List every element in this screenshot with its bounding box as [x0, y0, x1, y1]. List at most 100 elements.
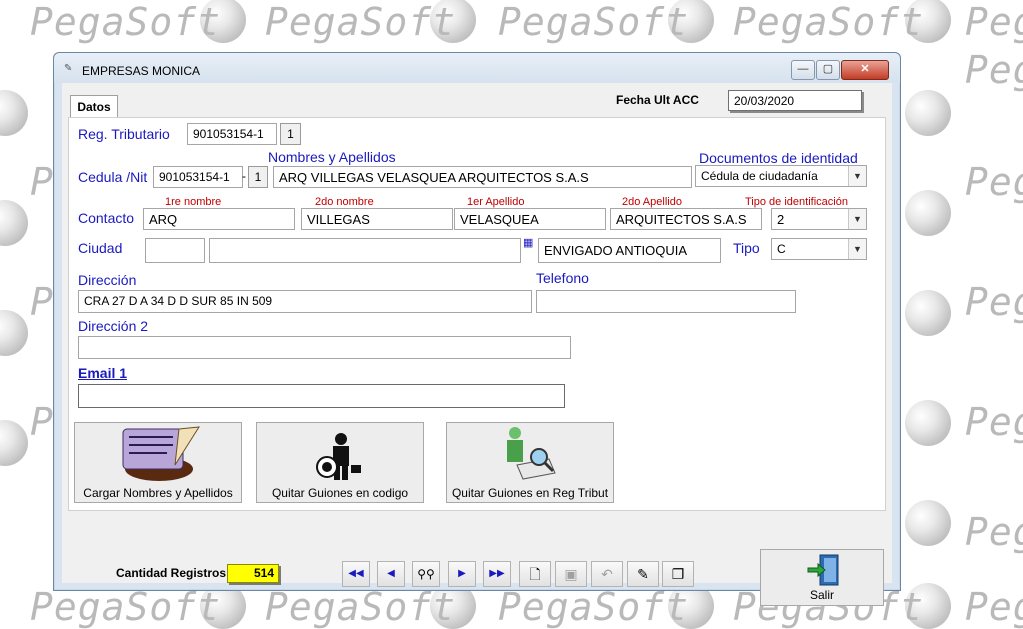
maximize-button[interactable]: ▢ [816, 60, 840, 80]
documento-identidad-select[interactable]: Cédula de ciudadanía ▼ [695, 165, 867, 187]
apellido2-label: 2do Apellido [622, 196, 682, 208]
watermark-brand: PegaSoft [265, 0, 457, 44]
new-icon: 🗋 [529, 566, 541, 582]
next-icon: ▶ [458, 568, 466, 579]
minimize-button[interactable]: — [791, 60, 815, 80]
quitar-guiones-reg-button[interactable]: Quitar Guiones en Reg Tribut [446, 422, 614, 503]
direccion-field[interactable]: CRA 27 D A 34 D D SUR 85 IN 509 [78, 290, 532, 313]
find-button[interactable]: ⚲⚲ [412, 561, 440, 587]
first-icon: ◀◀ [348, 568, 364, 579]
exit-door-icon [807, 554, 839, 586]
fecha-ult-acc-label: Fecha Ult ACC [616, 93, 699, 107]
watermark-brand: PegaSoft [498, 0, 690, 44]
tipo-identificacion-value: 2 [777, 212, 785, 227]
tipo-identificacion-label: Tipo de identificación [745, 196, 848, 208]
watermark-brand: PegaSoft [498, 585, 690, 629]
quitar-guiones-codigo-button[interactable]: Quitar Guiones en codigo [256, 422, 424, 503]
edit-button[interactable]: ✎ [627, 561, 659, 587]
businessman-icon [316, 433, 361, 480]
watermark-brand: PegaSoft [30, 0, 222, 44]
nombre2-label: 2do nombre [315, 196, 374, 208]
telefono-field[interactable] [536, 290, 796, 313]
globe-watermark [905, 400, 951, 446]
watermark-brand: P [30, 400, 54, 444]
ciudad-full-field[interactable]: ENVIGADO ANTIOQUIA [538, 238, 721, 263]
watermark-brand: PegaSoft [965, 0, 1023, 44]
copy-icon: ❐ [671, 566, 685, 582]
empresas-window: ✎ EMPRESAS MONICA — ▢ ✕ Datos Fecha Ult … [53, 52, 901, 606]
watermark-brand: PegaSoft [965, 510, 1023, 554]
cantidad-registros-label: Cantidad Registros [116, 566, 227, 580]
title-bar[interactable]: ✎ EMPRESAS MONICA — ▢ ✕ [54, 53, 900, 83]
segundo-nombre-field[interactable]: VILLEGAS [301, 208, 453, 230]
cargar-nombres-button[interactable]: Cargar Nombres y Apellidos [74, 422, 242, 503]
cedula-dv[interactable]: 1 [248, 166, 268, 188]
ciudad-label: Ciudad [78, 240, 123, 256]
ciudad-name-field[interactable] [209, 238, 521, 263]
documento-identidad-value: Cédula de ciudadanía [701, 169, 818, 183]
reg-tributario-field[interactable]: 901053154-1 [187, 123, 277, 145]
window-title: EMPRESAS MONICA [82, 64, 201, 78]
tipo-identificacion-select[interactable]: 2 ▼ [771, 208, 867, 230]
quitar-guiones-codigo-label: Quitar Guiones en codigo [271, 486, 409, 500]
app-icon: ✎ [64, 63, 73, 74]
save-icon: ▣ [564, 566, 578, 582]
segundo-apellido-field[interactable]: ARQUITECTOS S.A.S [610, 208, 762, 230]
chevron-down-icon[interactable]: ▼ [848, 166, 866, 186]
tab-datos[interactable]: Datos [70, 95, 118, 118]
last-icon: ▶▶ [489, 568, 505, 579]
nombre1-label: 1re nombre [165, 196, 222, 208]
nombres-apellidos-field[interactable]: ARQ VILLEGAS VELASQUEA ARQUITECTOS S.A.S [273, 166, 692, 188]
watermark-brand: P [30, 160, 54, 204]
contacto-label: Contacto [78, 210, 135, 226]
cedula-nit-label: Cedula /Nit [78, 169, 148, 185]
client-area: Datos Fecha Ult ACC 20/03/2020 Reg. Trib… [62, 83, 892, 606]
apellido1-label: 1er Apellido [467, 196, 525, 208]
calendar-lookup-icon[interactable]: ▦ [523, 236, 533, 249]
watermark-brand: PegaSoft [30, 585, 222, 629]
first-record-button[interactable]: ◀◀ [342, 561, 370, 587]
next-record-button[interactable]: ▶ [448, 561, 476, 587]
watermark-brand: PegaSoft [965, 48, 1023, 92]
globe-watermark [0, 200, 28, 246]
save-record-button[interactable]: ▣ [555, 561, 587, 587]
email-field[interactable] [78, 384, 565, 408]
globe-watermark [0, 90, 28, 136]
tipo-select[interactable]: C ▼ [771, 238, 867, 260]
prev-icon: ◀ [387, 568, 395, 579]
primer-nombre-field[interactable]: ARQ [143, 208, 295, 230]
watermark-brand: PegaSoft [965, 280, 1023, 324]
person-search-icon [507, 427, 556, 480]
direccion2-label: Dirección 2 [78, 318, 149, 334]
fecha-ult-acc-field[interactable]: 20/03/2020 [728, 90, 862, 111]
reg-tributario-label: Reg. Tributario [78, 126, 170, 142]
globe-watermark [905, 290, 951, 336]
direccion-label: Dirección [78, 272, 137, 288]
tipo-value: C [777, 242, 786, 256]
email-label[interactable]: Email 1 [78, 365, 127, 381]
globe-watermark [905, 190, 951, 236]
edit-icon: ✎ [637, 566, 649, 582]
primer-apellido-field[interactable]: VELASQUEA [454, 208, 606, 230]
chevron-down-icon[interactable]: ▼ [848, 239, 866, 259]
watermark-brand: PegaSoft [265, 585, 457, 629]
chevron-down-icon[interactable]: ▼ [848, 209, 866, 229]
ciudad-code-field[interactable] [145, 238, 205, 263]
cantidad-registros-value: 514 [227, 564, 279, 583]
globe-watermark [905, 90, 951, 136]
new-record-button[interactable]: 🗋 [519, 561, 551, 587]
cedula-separator: - [242, 169, 246, 183]
undo-button[interactable]: ↶ [591, 561, 623, 587]
prev-record-button[interactable]: ◀ [377, 561, 405, 587]
globe-watermark [0, 420, 28, 466]
direccion2-field[interactable] [78, 336, 571, 359]
close-button[interactable]: ✕ [841, 60, 889, 80]
salir-button[interactable]: Salir [760, 549, 884, 606]
globe-watermark [0, 310, 28, 356]
cedula-nit-field[interactable]: 901053154-1 [153, 166, 243, 188]
copy-button[interactable]: ❐ [662, 561, 694, 587]
last-record-button[interactable]: ▶▶ [483, 561, 511, 587]
reg-tributario-dv[interactable]: 1 [280, 123, 301, 145]
find-icon: ⚲⚲ [417, 567, 435, 581]
watermark-brand: PegaSoft [965, 400, 1023, 444]
